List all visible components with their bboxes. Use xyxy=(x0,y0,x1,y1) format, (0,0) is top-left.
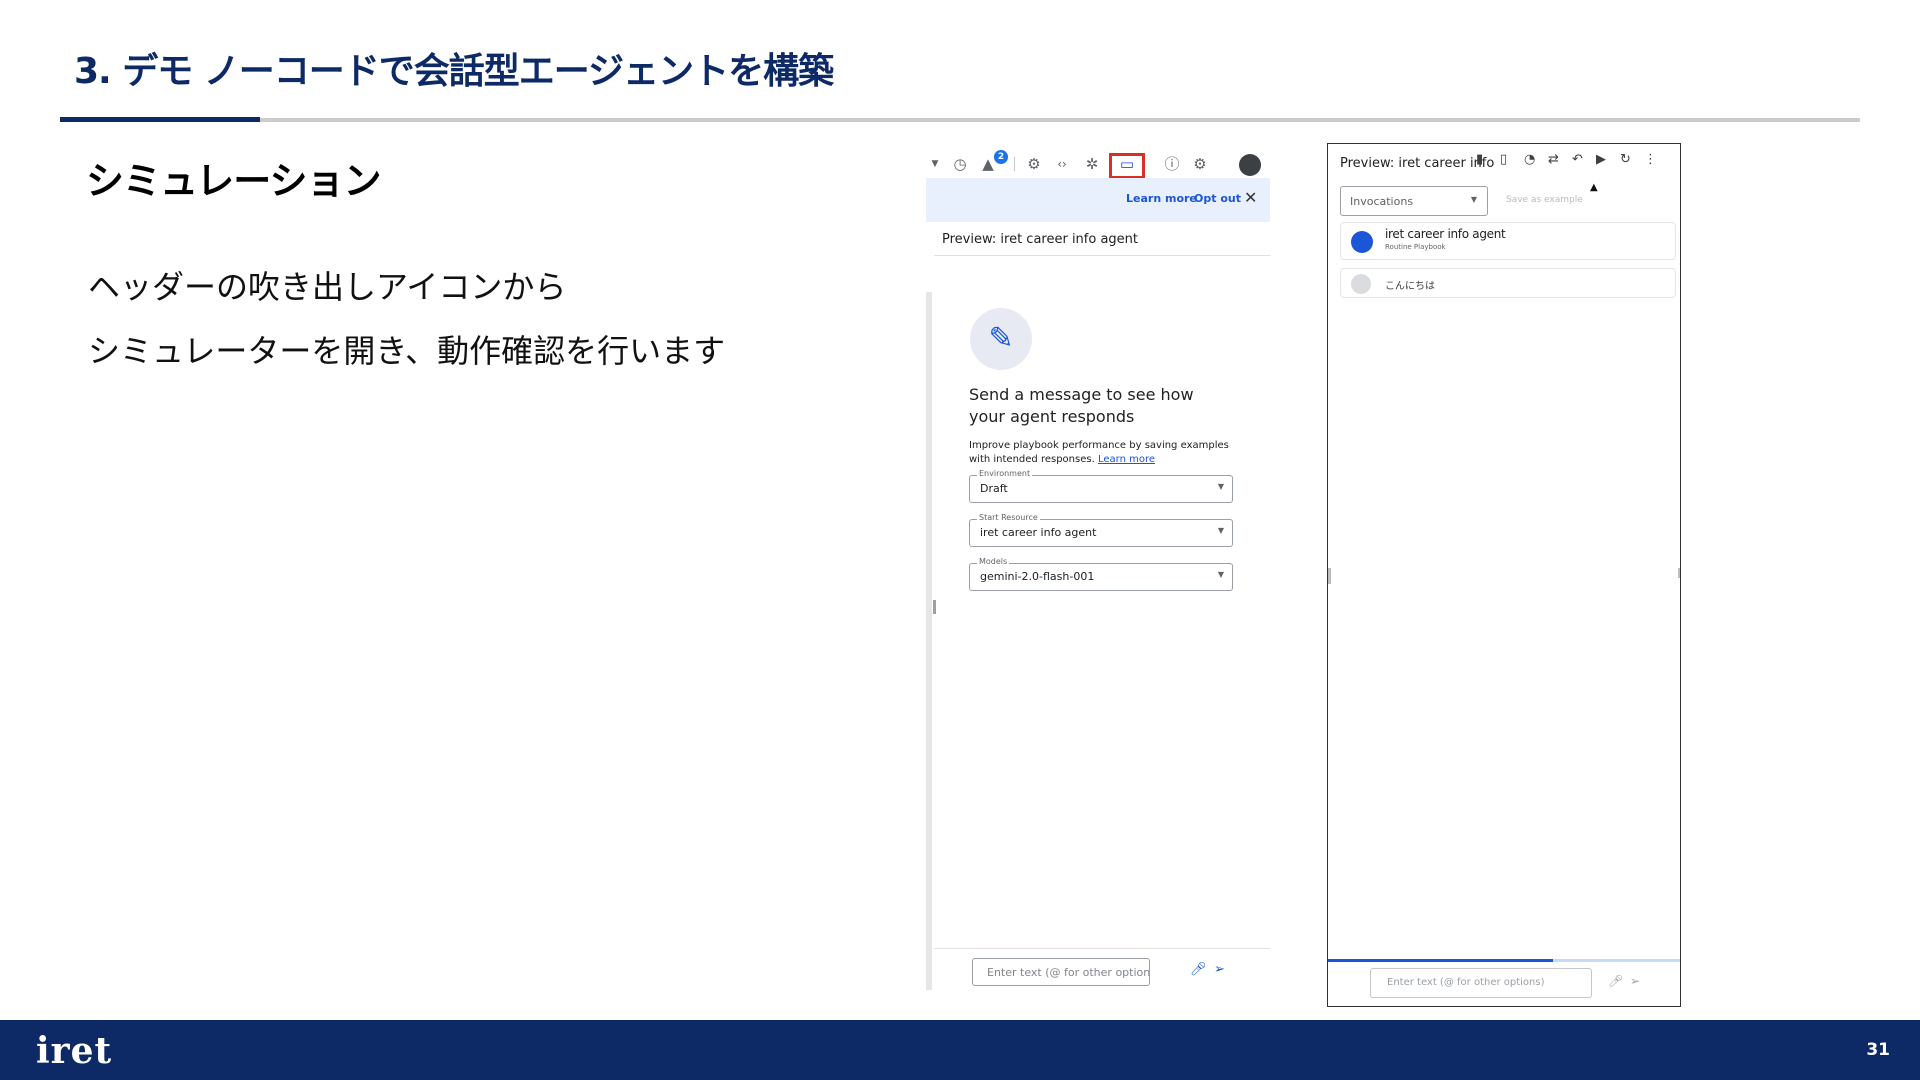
agent-type: Routine Playbook xyxy=(1385,243,1446,251)
refresh-icon[interactable]: ↻ xyxy=(1620,152,1631,167)
save-as-example-button[interactable]: Save as example xyxy=(1506,195,1583,205)
close-icon[interactable]: ✕ xyxy=(1244,188,1257,207)
message-input[interactable]: Enter text (@ for other options) xyxy=(1370,968,1592,998)
simulator-screenshot-right: Preview: iret career info ▮ ▯ ◔ ⇄ ↶ ▶ ↻ … xyxy=(1327,143,1681,1007)
resize-handle[interactable] xyxy=(933,600,936,614)
send-icon[interactable]: ➢ xyxy=(1630,974,1640,988)
mouse-cursor-icon: ▲ xyxy=(1590,182,1598,193)
clear-icon[interactable]: ▮ xyxy=(1476,152,1483,167)
brand-logo: iret xyxy=(36,1030,113,1072)
body-text-line-1: ヘッダーの吹き出しアイコンから xyxy=(88,268,567,306)
message-input[interactable]: Enter text (@ for other options) xyxy=(972,958,1150,986)
notification-badge: 2 xyxy=(994,150,1008,164)
agent-message-card[interactable]: iret career info agent Routine Playbook xyxy=(1340,222,1676,260)
resize-handle[interactable] xyxy=(1678,568,1680,578)
progress-bar xyxy=(1328,959,1554,962)
more-vert-icon[interactable]: ⋮ xyxy=(1644,152,1657,167)
send-icon[interactable]: ➢ xyxy=(1214,962,1225,977)
start-resource-label: Start Resource xyxy=(977,513,1040,522)
chat-message-icon: ✎ xyxy=(970,308,1032,370)
help-learn-more-link[interactable]: Learn more xyxy=(1098,454,1155,465)
gear-icon[interactable]: ⚙ xyxy=(1190,148,1210,180)
footer-bar: iret 31 xyxy=(0,1020,1920,1080)
preview-title: Preview: iret career info xyxy=(1340,156,1495,171)
integrations-icon[interactable]: ✲ xyxy=(1082,148,1102,180)
shuffle-icon[interactable]: ⇄ xyxy=(1548,152,1559,167)
learn-more-link[interactable]: Learn more xyxy=(1126,192,1197,205)
chevron-down-icon: ▼ xyxy=(1217,526,1224,535)
code-icon[interactable]: ‹› xyxy=(1052,148,1072,180)
agent-name: iret career info agent xyxy=(1385,227,1506,241)
empty-state-title: Send a message to see how your agent res… xyxy=(969,385,1194,426)
invocations-select[interactable]: Invocations ▼ xyxy=(1340,186,1488,216)
timer-icon[interactable]: ◔ xyxy=(1524,152,1535,167)
microphone-icon[interactable]: 🎤︎ xyxy=(1190,962,1207,977)
environment-label: Environment xyxy=(977,469,1033,478)
invocations-value: Invocations xyxy=(1350,195,1414,208)
chevron-down-icon: ▼ xyxy=(1217,482,1224,491)
models-select[interactable]: Models gemini-2.0-flash-001 ▼ xyxy=(969,557,1233,591)
panel-edge xyxy=(926,292,932,990)
page-number: 31 xyxy=(1866,1040,1890,1060)
opt-out-link[interactable]: Opt out xyxy=(1194,192,1241,205)
divider xyxy=(934,255,1270,256)
chevron-down-icon: ▼ xyxy=(1470,195,1477,204)
start-resource-select[interactable]: Start Resource iret career info agent ▼ xyxy=(969,513,1233,547)
body-text-line-2: シミュレーターを開き、動作確認を行います xyxy=(88,332,726,370)
preview-title: Preview: iret career info agent xyxy=(942,232,1139,247)
section-heading: シミュレーション xyxy=(86,159,381,203)
undo-icon[interactable]: ↶ xyxy=(1572,152,1583,167)
title-divider xyxy=(60,118,1860,122)
chevron-down-icon[interactable]: ▼ xyxy=(928,148,942,180)
chevron-down-icon: ▼ xyxy=(1217,570,1224,579)
title-divider-accent xyxy=(60,117,260,122)
console-toolbar: ▼ ◷ ▲ 2 ⚙ ‹› ✲ ▭ ⓘ ⚙ xyxy=(926,148,1272,180)
start-resource-value: iret career info agent xyxy=(980,526,1097,539)
avatar-icon[interactable] xyxy=(1239,154,1261,176)
environment-value: Draft xyxy=(980,482,1008,495)
play-icon[interactable]: ▶ xyxy=(1596,152,1606,167)
microphone-icon[interactable]: 🎤︎ xyxy=(1608,974,1623,988)
agent-avatar-icon xyxy=(1351,231,1373,253)
divider xyxy=(934,948,1270,949)
simulator-screenshot-left: ▼ ◷ ▲ 2 ⚙ ‹› ✲ ▭ ⓘ ⚙ Learn more Opt out … xyxy=(926,140,1272,990)
help-icon[interactable]: ⓘ xyxy=(1162,148,1182,180)
slide-title: 3. デモ ノーコードで会話型エージェントを構築 xyxy=(74,51,834,92)
notice-bar: Learn more Opt out ✕ xyxy=(926,178,1270,222)
document-icon[interactable]: ▯ xyxy=(1500,152,1507,167)
history-icon[interactable]: ◷ xyxy=(950,148,970,180)
highlight-box xyxy=(1109,153,1145,179)
user-avatar-icon xyxy=(1351,274,1371,294)
user-message: こんにちは xyxy=(1385,281,1435,292)
models-value: gemini-2.0-flash-001 xyxy=(980,570,1095,583)
user-message-card[interactable]: こんにちは xyxy=(1340,268,1676,298)
toolbar-divider xyxy=(1014,157,1015,171)
settings-icon[interactable]: ⚙ xyxy=(1024,148,1044,180)
empty-state-help: Improve playbook performance by saving e… xyxy=(969,439,1239,467)
resize-handle[interactable] xyxy=(1328,568,1331,584)
environment-select[interactable]: Environment Draft ▼ xyxy=(969,469,1233,503)
models-label: Models xyxy=(977,557,1010,566)
